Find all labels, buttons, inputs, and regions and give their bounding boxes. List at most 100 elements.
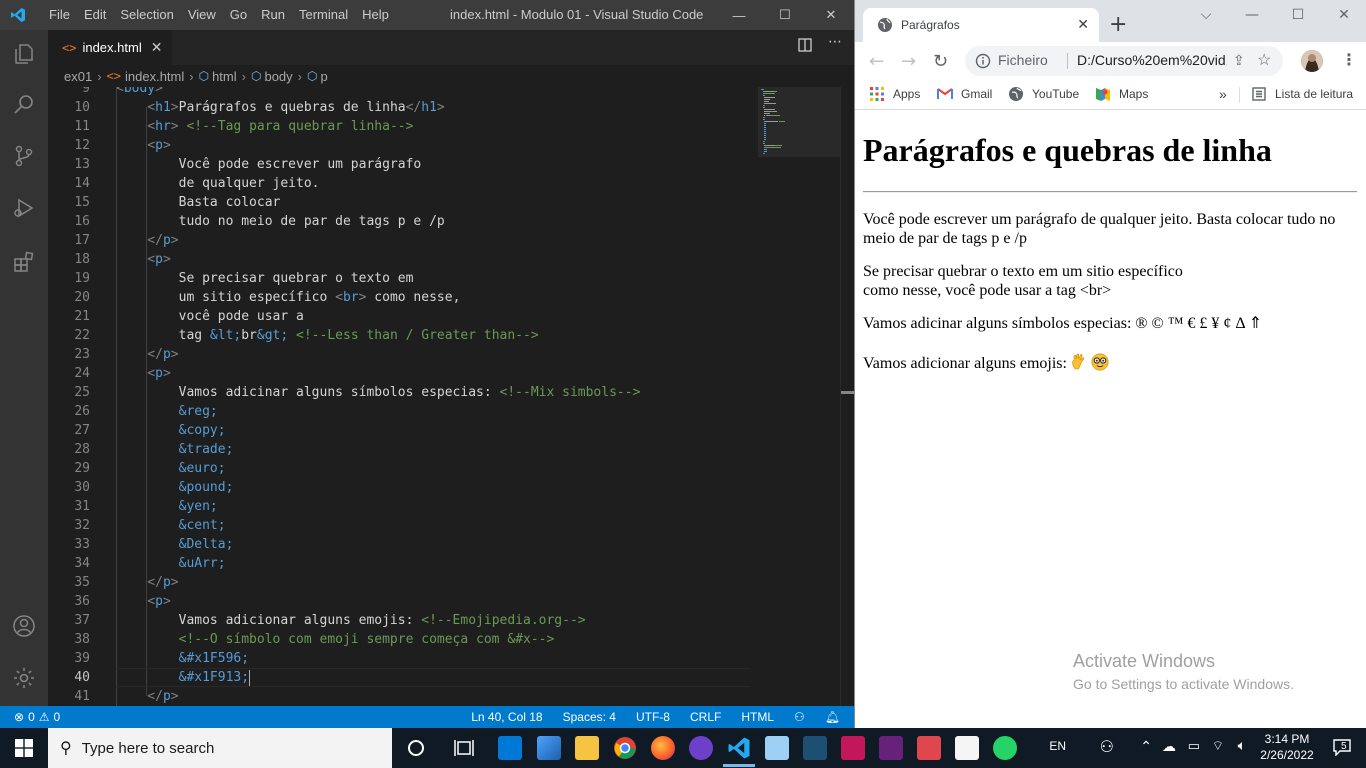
bookmark-maps[interactable]: Maps bbox=[1095, 86, 1148, 102]
browser-tab[interactable]: Parágrafos ✕ bbox=[863, 8, 1099, 42]
code-line[interactable]: 29 &euro; bbox=[48, 459, 758, 478]
desktop-app-icon[interactable] bbox=[537, 736, 561, 760]
acrobat-icon[interactable] bbox=[917, 736, 941, 760]
maximize-button[interactable]: ☐ bbox=[1275, 0, 1321, 30]
code-line[interactable]: 32 &cent; bbox=[48, 516, 758, 535]
close-button[interactable]: ✕ bbox=[1321, 0, 1366, 30]
bookmark-apps[interactable]: Apps bbox=[869, 86, 920, 102]
code-line[interactable]: 40 &#x1F913; bbox=[48, 668, 758, 687]
maximize-button[interactable]: ☐ bbox=[762, 0, 808, 30]
code-line[interactable]: 13 Você pode escrever um parágrafo bbox=[48, 155, 758, 174]
code-line[interactable]: 33 &Delta; bbox=[48, 535, 758, 554]
kebab-menu-icon[interactable]: ⋮ bbox=[1341, 50, 1357, 69]
document-icon[interactable] bbox=[955, 736, 979, 760]
breadcrumb-item-html[interactable]: html bbox=[212, 69, 237, 84]
minimize-button[interactable]: — bbox=[716, 0, 762, 30]
code-line[interactable]: 10 <h1>Parágrafos e quebras de linha</h1… bbox=[48, 98, 758, 117]
back-arrow-icon[interactable]: ← bbox=[869, 51, 884, 72]
task-view-icon[interactable] bbox=[452, 736, 476, 760]
github-desktop-icon[interactable] bbox=[689, 736, 713, 760]
menu-help[interactable]: Help bbox=[355, 0, 396, 30]
code-line[interactable]: 27 &copy; bbox=[48, 421, 758, 440]
breadcrumb-folder[interactable]: ex01 bbox=[64, 69, 92, 84]
code-line[interactable]: 24 <p> bbox=[48, 364, 758, 383]
menu-selection[interactable]: Selection bbox=[113, 0, 180, 30]
run-debug-icon[interactable] bbox=[12, 196, 36, 220]
clock[interactable]: 3:14 PM 2/26/2022 bbox=[1256, 731, 1318, 763]
battery-icon[interactable]: ▭ bbox=[1188, 738, 1200, 754]
code-line[interactable]: 37 Vamos adicionar alguns emojis: <!--Em… bbox=[48, 611, 758, 630]
profile-avatar[interactable] bbox=[1301, 50, 1323, 72]
split-editor-icon[interactable] bbox=[798, 38, 812, 52]
code-line[interactable]: 19 Se precisar quebrar o texto em bbox=[48, 269, 758, 288]
tab-index-html[interactable]: <> index.html ✕ bbox=[48, 30, 172, 65]
code-line[interactable]: 35 </p> bbox=[48, 573, 758, 592]
show-hidden-icons-chevron-icon[interactable]: ⌃ bbox=[1140, 738, 1152, 755]
indentation[interactable]: Spaces: 4 bbox=[563, 706, 616, 728]
menu-run[interactable]: Run bbox=[254, 0, 292, 30]
code-line[interactable]: 22 tag &lt;br&gt; <!--Less than / Greate… bbox=[48, 326, 758, 345]
reload-icon[interactable]: ↻ bbox=[933, 51, 948, 72]
menu-terminal[interactable]: Terminal bbox=[292, 0, 355, 30]
code-line[interactable]: 34 &uArr; bbox=[48, 554, 758, 573]
tab-close-icon[interactable]: ✕ bbox=[151, 39, 163, 56]
file-explorer-icon[interactable] bbox=[575, 736, 599, 760]
wifi-icon[interactable]: ⌔ bbox=[1212, 738, 1224, 754]
share-icon[interactable]: ⇪ bbox=[1233, 52, 1245, 69]
language-mode[interactable]: HTML bbox=[741, 706, 774, 728]
code-line[interactable]: 17 </p> bbox=[48, 231, 758, 250]
new-tab-button[interactable]: + bbox=[1109, 12, 1127, 37]
bookmark-youtube[interactable]: YouTube bbox=[1008, 86, 1079, 102]
menu-go[interactable]: Go bbox=[223, 0, 254, 30]
visual-studio-icon[interactable] bbox=[879, 736, 903, 760]
code-line[interactable]: 14 de qualquer jeito. bbox=[48, 174, 758, 193]
breadcrumb-item-p[interactable]: p bbox=[321, 69, 328, 84]
forward-arrow-icon[interactable]: → bbox=[901, 51, 916, 72]
virtualbox-icon[interactable] bbox=[765, 736, 789, 760]
start-button[interactable] bbox=[0, 728, 48, 768]
search-icon[interactable] bbox=[12, 92, 36, 116]
more-bookmarks-icon[interactable]: » bbox=[1219, 86, 1227, 102]
problems-indicator[interactable]: ⊗ 0 ⚠ 0 bbox=[14, 706, 60, 728]
code-line[interactable]: 11 <hr> <!--Tag para quebrar linha--> bbox=[48, 117, 758, 136]
people-icon[interactable]: ⚇ bbox=[1100, 737, 1114, 757]
code-line[interactable]: 20 um sitio específico <br> como nesse, bbox=[48, 288, 758, 307]
reading-list[interactable]: Lista de leitura bbox=[1251, 86, 1353, 102]
breadcrumb-item-body[interactable]: body bbox=[264, 69, 292, 84]
whatsapp-icon[interactable] bbox=[993, 736, 1017, 760]
bookmark-star-icon[interactable]: ☆ bbox=[1257, 50, 1271, 70]
settings-gear-icon[interactable] bbox=[12, 666, 36, 690]
code-line[interactable]: 36 <p> bbox=[48, 592, 758, 611]
url-text[interactable]: D:/Curso%20em%20vid... bbox=[1077, 52, 1227, 68]
tab-close-icon[interactable]: ✕ bbox=[1077, 16, 1089, 33]
cursor-position[interactable]: Ln 40, Col 18 bbox=[471, 706, 542, 728]
more-actions-icon[interactable]: ⋯ bbox=[828, 34, 842, 52]
info-icon[interactable] bbox=[975, 53, 991, 69]
mysql-workbench-icon[interactable] bbox=[803, 736, 827, 760]
onedrive-cloud-icon[interactable]: ☁ bbox=[1162, 738, 1176, 755]
code-line[interactable]: 26 &reg; bbox=[48, 402, 758, 421]
firefox-icon[interactable] bbox=[651, 736, 675, 760]
source-control-icon[interactable] bbox=[12, 144, 36, 168]
code-line[interactable]: 15 Basta colocar bbox=[48, 193, 758, 212]
vscode-taskbar-icon[interactable] bbox=[727, 736, 751, 760]
address-bar[interactable]: Ficheiro D:/Curso%20em%20vid... ⇪ ☆ bbox=[965, 46, 1283, 76]
code-line[interactable]: 18 <p> bbox=[48, 250, 758, 269]
explorer-icon[interactable] bbox=[12, 42, 36, 66]
live-share-icon[interactable]: ⚇ bbox=[794, 706, 805, 728]
notification-center-icon[interactable]: 5 bbox=[1332, 738, 1354, 758]
chrome-icon[interactable] bbox=[613, 736, 637, 760]
code-line[interactable]: 21 você pode usar a bbox=[48, 307, 758, 326]
close-button[interactable]: ✕ bbox=[808, 0, 854, 30]
editor-scrollbar[interactable] bbox=[840, 87, 854, 706]
code-line[interactable]: 12 <p> bbox=[48, 136, 758, 155]
code-line[interactable]: 25 Vamos adicinar alguns símbolos especi… bbox=[48, 383, 758, 402]
input-language[interactable]: EN bbox=[1049, 739, 1066, 753]
code-editor[interactable]: 9 <body> 10 <h1>Parágrafos e quebras de li… bbox=[48, 87, 758, 706]
minimap[interactable] bbox=[758, 87, 840, 706]
minimize-button[interactable]: — bbox=[1229, 0, 1275, 30]
encoding[interactable]: UTF-8 bbox=[636, 706, 670, 728]
cortana-icon[interactable] bbox=[404, 736, 428, 760]
notifications-bell-icon[interactable]: 🔔︎ bbox=[825, 706, 840, 728]
bookmark-gmail[interactable]: Gmail bbox=[937, 86, 992, 102]
